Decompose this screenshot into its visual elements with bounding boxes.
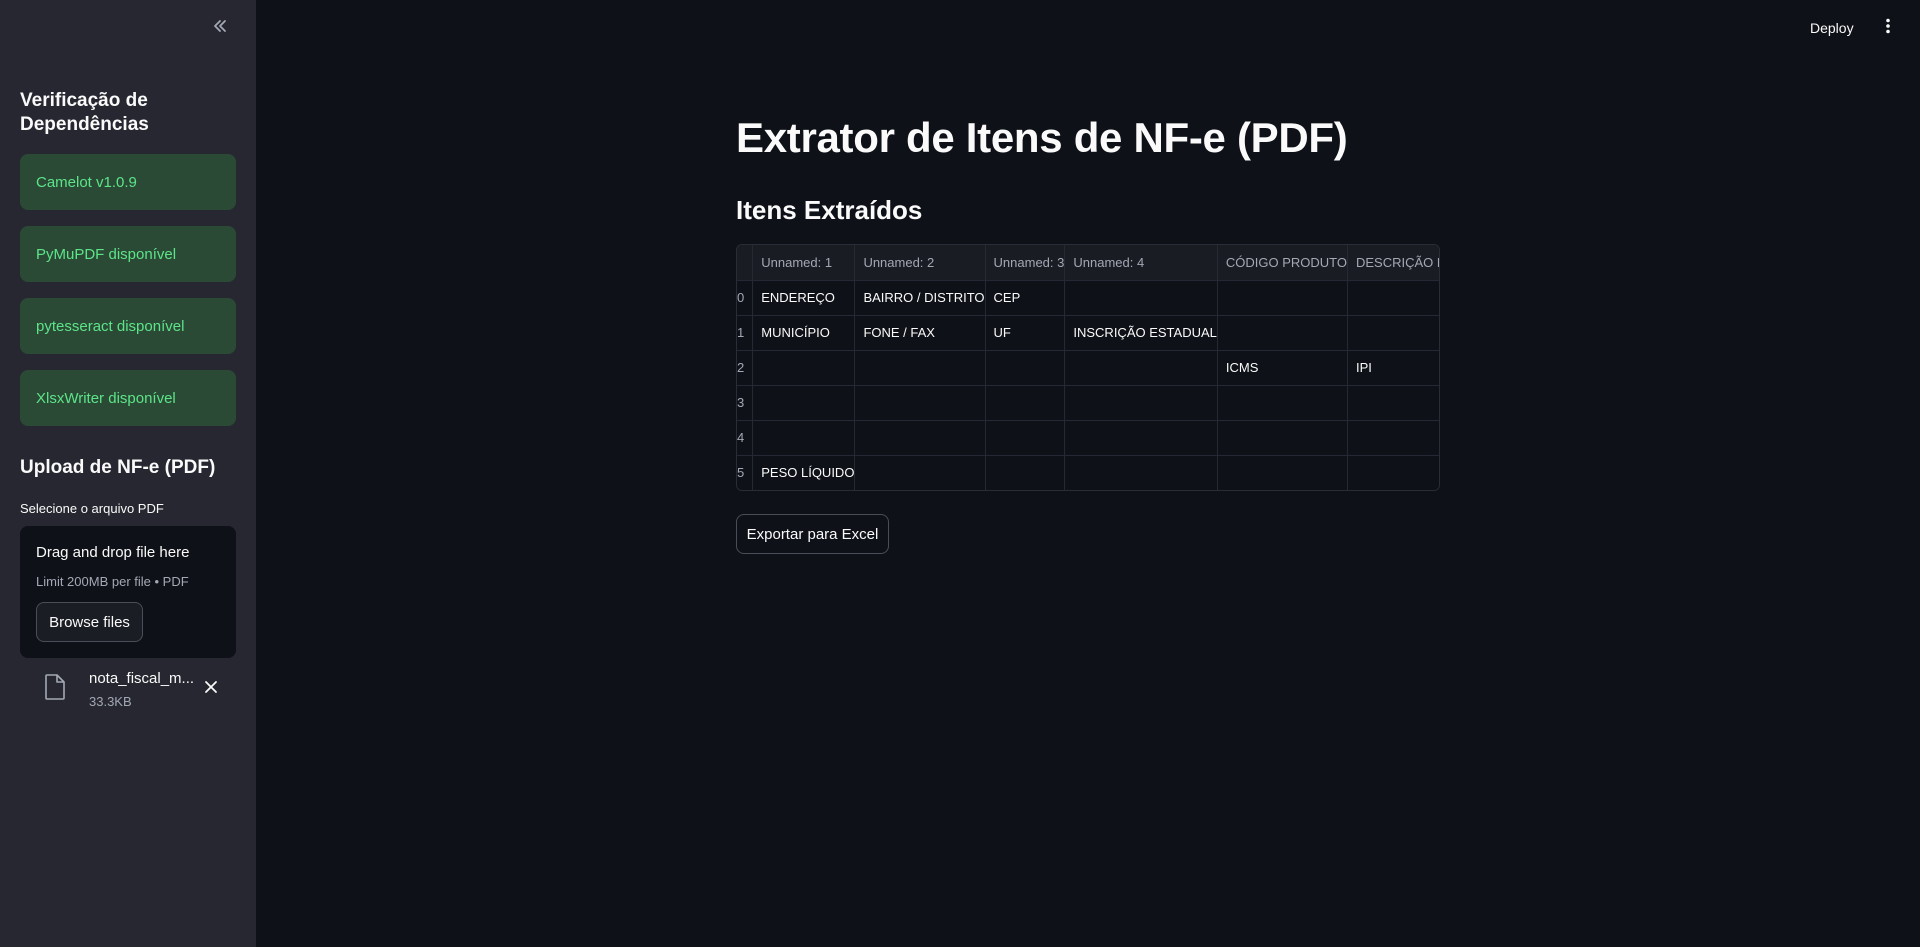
table-cell[interactable] — [1347, 420, 1439, 456]
kebab-menu-icon — [1885, 18, 1891, 39]
table-cell[interactable] — [1064, 385, 1218, 421]
table-cell[interactable] — [1064, 455, 1218, 490]
dependency-status-pytesseract: pytesseract disponível — [20, 298, 236, 354]
table-column-header[interactable]: Unnamed: 3 — [985, 245, 1066, 281]
dependency-status-xlsxwriter: XlsxWriter disponível — [20, 370, 236, 426]
table-row-index: 3 — [737, 385, 754, 421]
table-cell[interactable] — [1347, 455, 1439, 490]
table-cell[interactable]: FONE / FAX — [854, 315, 986, 351]
deploy-button[interactable]: Deploy — [1810, 16, 1854, 40]
table-row-index: 2 — [737, 350, 754, 386]
remove-file-button[interactable] — [200, 678, 222, 700]
table-row-index: 1 — [737, 315, 754, 351]
table-column-header[interactable]: DESCRIÇÃO DOS PRODUTO — [1347, 245, 1439, 281]
table-column-header[interactable]: Unnamed: 1 — [752, 245, 856, 281]
table-index-header[interactable] — [737, 245, 754, 281]
table-row: 3 — [737, 385, 1439, 421]
table-column-header[interactable]: Unnamed: 4 — [1064, 245, 1218, 281]
table-row: 2 ICMS IPI — [737, 350, 1439, 386]
table-column-header[interactable]: CÓDIGO PRODUTO — [1217, 245, 1349, 281]
table-cell[interactable]: MUNICÍPIO — [752, 315, 856, 351]
upload-section-title: Upload de NF-e (PDF) — [20, 457, 216, 478]
table-cell[interactable]: UF — [985, 315, 1066, 351]
table-cell[interactable] — [985, 455, 1066, 490]
table-cell[interactable] — [1217, 420, 1349, 456]
table-cell[interactable] — [1217, 315, 1349, 351]
table-cell[interactable] — [985, 350, 1066, 386]
double-chevron-left-icon — [211, 17, 229, 40]
export-excel-button[interactable]: Exportar para Excel — [736, 514, 889, 554]
table-cell[interactable] — [1217, 280, 1349, 316]
table-cell[interactable]: IPI — [1347, 350, 1439, 386]
uploaded-file-size: 33.3KB — [89, 694, 132, 709]
file-icon — [44, 674, 66, 705]
table-cell[interactable] — [854, 385, 986, 421]
main-menu-button[interactable] — [1876, 16, 1900, 40]
data-table[interactable]: Unnamed: 1 Unnamed: 2 Unnamed: 3 Unnamed: 4… — [736, 244, 1440, 491]
table-header-row: Unnamed: 1 Unnamed: 2 Unnamed: 3 Unnamed: 4… — [737, 245, 1439, 281]
file-uploader-label: Selecione o arquivo PDF — [20, 501, 164, 516]
table-cell[interactable] — [1347, 315, 1439, 351]
browse-files-button[interactable]: Browse files — [36, 602, 143, 642]
table-cell[interactable]: ICMS — [1217, 350, 1349, 386]
table-cell[interactable] — [854, 455, 986, 490]
table-cell[interactable] — [985, 385, 1066, 421]
collapse-sidebar-button[interactable] — [208, 16, 232, 40]
dependency-status-camelot: Camelot v1.0.9 — [20, 154, 236, 210]
table-row: 1 MUNICÍPIO FONE / FAX UF INSCRIÇÃO ESTADUAL — [737, 315, 1439, 351]
table-cell[interactable] — [752, 420, 856, 456]
table-cell[interactable] — [1064, 420, 1218, 456]
table-column-header[interactable]: Unnamed: 2 — [854, 245, 986, 281]
table-cell[interactable]: CEP — [985, 280, 1066, 316]
table-row-index: 5 — [737, 455, 754, 490]
dependency-status-pymupdf: PyMuPDF disponível — [20, 226, 236, 282]
table-cell[interactable] — [752, 385, 856, 421]
uploaded-file-item: nota_fiscal_m... 33.3KB — [20, 664, 236, 714]
table-cell[interactable] — [1217, 385, 1349, 421]
table-cell[interactable] — [1347, 280, 1439, 316]
table-cell[interactable] — [1217, 455, 1349, 490]
table-row: 4 — [737, 420, 1439, 456]
table-cell[interactable] — [854, 420, 986, 456]
table-cell[interactable] — [1064, 350, 1218, 386]
table-cell[interactable]: BAIRRO / DISTRITO — [854, 280, 986, 316]
table-cell[interactable] — [985, 420, 1066, 456]
uploaded-file-name: nota_fiscal_m... — [89, 670, 195, 687]
table-cell[interactable] — [752, 350, 856, 386]
table-cell[interactable]: ENDEREÇO — [752, 280, 856, 316]
table-row-index: 0 — [737, 280, 754, 316]
table-cell[interactable]: INSCRIÇÃO ESTADUAL — [1064, 315, 1218, 351]
table-cell[interactable] — [854, 350, 986, 386]
close-icon — [204, 680, 218, 699]
page-title: Extrator de Itens de NF-e (PDF) — [736, 114, 1348, 161]
table-row: 0 ENDEREÇO BAIRRO / DISTRITO CEP — [737, 280, 1439, 316]
table-cell[interactable] — [1347, 385, 1439, 421]
sidebar-title: Verificação de Dependências — [20, 90, 149, 135]
dropzone-limit-text: Limit 200MB per file • PDF — [36, 574, 189, 589]
table-cell[interactable]: PESO LÍQUIDO — [752, 455, 856, 490]
file-dropzone[interactable]: Drag and drop file here Limit 200MB per … — [20, 526, 236, 658]
table-row: 5 PESO LÍQUIDO — [737, 455, 1439, 490]
section-title: Itens Extraídos — [736, 195, 923, 225]
table-row-index: 4 — [737, 420, 754, 456]
table-cell[interactable] — [1064, 280, 1218, 316]
dropzone-title: Drag and drop file here — [36, 544, 190, 561]
sidebar: Verificação de Dependências Camelot v1.0… — [0, 0, 256, 947]
